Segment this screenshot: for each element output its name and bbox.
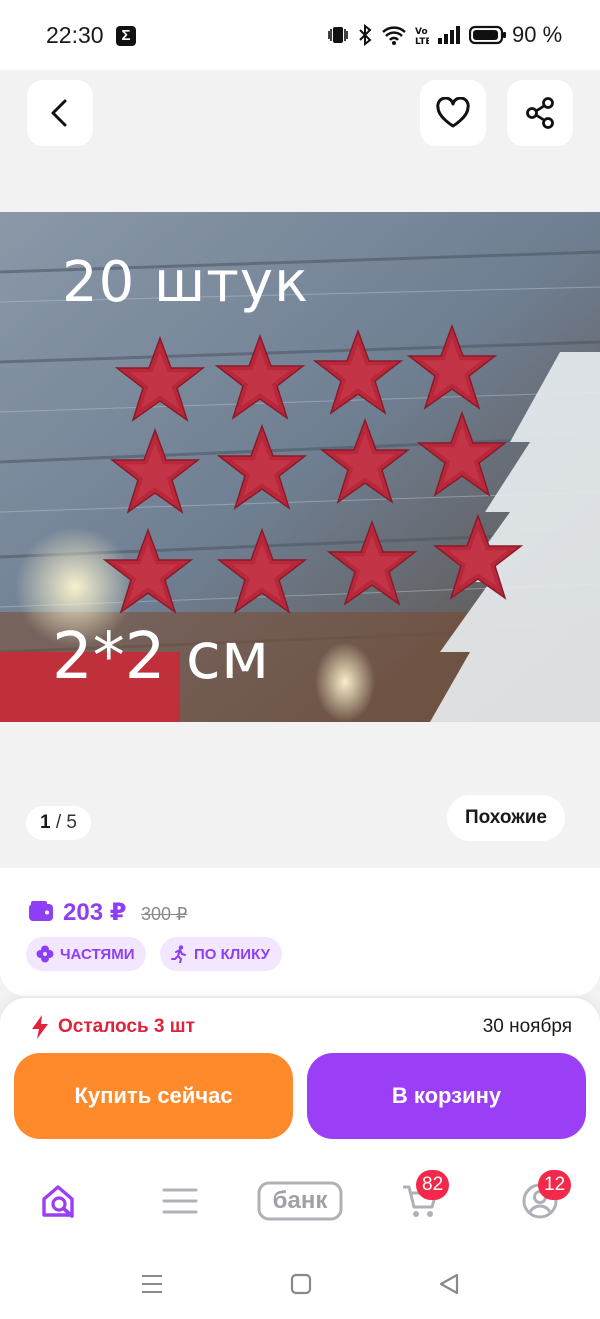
bluetooth-icon bbox=[359, 24, 372, 46]
svg-text:Vo: Vo bbox=[415, 27, 428, 37]
overlay-quantity-text: 20 штук bbox=[62, 250, 309, 315]
running-person-icon bbox=[171, 945, 186, 963]
heart-icon bbox=[436, 97, 470, 128]
tab-cart[interactable]: 82 bbox=[390, 1170, 450, 1226]
signal-icon bbox=[438, 26, 460, 44]
product-image[interactable]: 20 штук 2*2 см bbox=[0, 212, 600, 722]
purchase-panel: Осталось 3 шт 30 ноября Купить сейчас В … bbox=[0, 998, 600, 1158]
wallet-icon bbox=[29, 901, 53, 921]
battery-icon bbox=[469, 25, 506, 45]
status-icons: Vo LTE bbox=[327, 24, 507, 46]
cart-badge: 82 bbox=[416, 1170, 450, 1200]
buy-now-button[interactable]: Купить сейчас bbox=[14, 1053, 293, 1139]
recent-apps-icon[interactable] bbox=[140, 1272, 164, 1296]
volte-icon: VoLTE bbox=[415, 27, 429, 46]
installments-label: ЧАСТЯМИ bbox=[60, 945, 135, 963]
home-search-icon bbox=[42, 1185, 74, 1218]
menu-icon bbox=[162, 1188, 198, 1214]
home-nav-icon[interactable] bbox=[289, 1272, 313, 1296]
pager-total: / 5 bbox=[55, 812, 77, 833]
sigma-app-icon: Σ bbox=[116, 26, 136, 46]
price-card: 203 ₽ 300 ₽ ЧАСТЯМИ ПО КЛИКУ bbox=[0, 868, 600, 996]
top-bar bbox=[0, 70, 600, 210]
tab-profile[interactable]: 12 bbox=[510, 1170, 572, 1226]
old-price: 300 ₽ bbox=[141, 904, 188, 924]
tab-home-search[interactable] bbox=[30, 1176, 90, 1226]
battery-percent: 90 % bbox=[512, 22, 563, 47]
share-icon bbox=[526, 97, 554, 129]
one-click-chip[interactable]: ПО КЛИКУ bbox=[160, 937, 282, 971]
back-button[interactable] bbox=[27, 80, 93, 146]
stock-indicator: Осталось 3 шт bbox=[30, 1014, 195, 1040]
bank-label: банк bbox=[272, 1187, 328, 1214]
status-bar: 22:30 Σ Vo LTE 90 % bbox=[0, 0, 600, 70]
delivery-date: 30 ноября bbox=[482, 1016, 572, 1037]
one-click-label: ПО КЛИКУ bbox=[194, 945, 270, 963]
svg-text:LTE: LTE bbox=[415, 37, 429, 46]
vibrate-icon bbox=[328, 27, 348, 43]
favorite-button[interactable] bbox=[420, 80, 486, 146]
back-nav-icon[interactable] bbox=[437, 1272, 461, 1296]
bottom-tab-bar: банк 82 12 bbox=[0, 1158, 600, 1248]
back-arrow-icon bbox=[51, 99, 67, 127]
wifi-icon bbox=[382, 26, 406, 45]
profile-badge: 12 bbox=[538, 1170, 572, 1200]
share-button[interactable] bbox=[507, 80, 573, 146]
flower-icon bbox=[36, 945, 54, 963]
similar-button[interactable]: Похожие bbox=[447, 795, 565, 841]
tab-bank[interactable]: банк bbox=[256, 1176, 344, 1226]
add-to-cart-button[interactable]: В корзину bbox=[307, 1053, 586, 1139]
status-time: 22:30 bbox=[46, 22, 104, 48]
pager-current: 1 bbox=[40, 812, 51, 833]
installments-chip[interactable]: ЧАСТЯМИ bbox=[26, 937, 147, 971]
gallery-pager: 1 / 5 bbox=[26, 806, 91, 840]
lightning-icon bbox=[32, 1015, 48, 1039]
stock-text: Осталось 3 шт bbox=[58, 1016, 195, 1037]
system-nav-bar bbox=[0, 1248, 600, 1319]
current-price: 203 ₽ bbox=[63, 899, 127, 926]
tab-catalog[interactable] bbox=[150, 1176, 210, 1226]
overlay-size-text: 2*2 см bbox=[52, 620, 270, 694]
